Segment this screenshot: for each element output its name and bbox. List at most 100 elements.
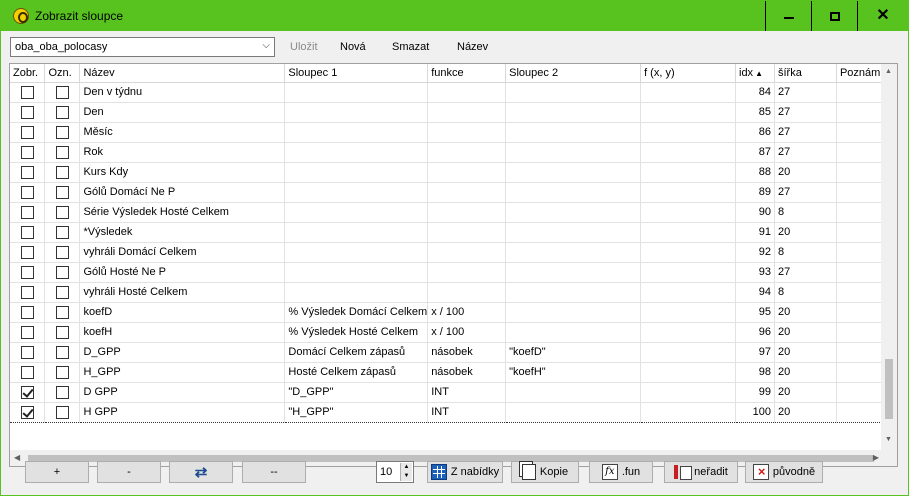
show-checkbox[interactable] (20, 165, 34, 179)
mark-checkbox[interactable] (55, 345, 69, 359)
count-spinner[interactable]: 10 ▲ ▼ (376, 461, 414, 483)
cell-name[interactable]: koefD (79, 302, 286, 323)
cell-function[interactable] (427, 82, 507, 103)
cell-fxy[interactable] (640, 322, 736, 343)
cell-fxy[interactable] (640, 142, 736, 163)
cell-width[interactable]: 8 (774, 202, 837, 223)
cell-function[interactable]: INT (427, 382, 507, 403)
cell-idx[interactable]: 98 (735, 362, 775, 383)
add-button[interactable]: + (25, 461, 89, 483)
cell-column2[interactable] (505, 222, 642, 243)
cell-idx[interactable]: 87 (735, 142, 775, 163)
header-mark[interactable]: Ozn. (44, 64, 81, 83)
table-row[interactable]: Kurs Kdy 88 20 (10, 162, 897, 183)
cell-idx[interactable]: 85 (735, 102, 775, 123)
copy-button[interactable]: Kopie (511, 461, 579, 483)
close-button[interactable]: ✕ (857, 1, 908, 31)
mark-checkbox[interactable] (55, 85, 69, 99)
from-menu-button[interactable]: Z nabídky (427, 461, 503, 483)
cell-fxy[interactable] (640, 302, 736, 323)
table-row[interactable]: Gólů Domácí Ne P 89 27 (10, 182, 897, 203)
cell-fxy[interactable] (640, 182, 736, 203)
cell-column2[interactable] (505, 282, 642, 303)
table-row[interactable]: Gólů Hosté Ne P 93 27 (10, 262, 897, 283)
table-row[interactable]: koefH% Výsledek Hosté Celkem x / 100 96 20 (10, 322, 897, 343)
cell-column1[interactable] (284, 182, 429, 203)
show-checkbox[interactable] (20, 285, 34, 299)
scroll-down-icon[interactable]: ▼ (885, 436, 892, 443)
cell-width[interactable]: 20 (774, 302, 837, 323)
cell-fxy[interactable] (640, 262, 736, 283)
table-row[interactable]: D_GPP Domácí Celkem zápasů násobek "koefD" 9… (10, 342, 897, 363)
cell-column1[interactable] (284, 242, 429, 263)
table-row[interactable]: koefD% Výsledek Domácí Celkem x / 100 95 20 (10, 302, 897, 323)
cell-function[interactable] (427, 222, 507, 243)
cell-width[interactable]: 20 (774, 382, 837, 403)
cell-name[interactable]: Kurs Kdy (79, 162, 286, 183)
cell-idx[interactable]: 90 (735, 202, 775, 223)
cell-fxy[interactable] (640, 282, 736, 303)
cell-idx[interactable]: 94 (735, 282, 775, 303)
cell-column1[interactable] (284, 102, 429, 123)
cell-idx[interactable]: 91 (735, 222, 775, 243)
cell-name[interactable]: D GPP (79, 382, 286, 403)
header-column1[interactable]: Sloupec 1 (284, 64, 429, 83)
cell-column2[interactable] (505, 382, 642, 403)
show-checkbox[interactable] (20, 325, 34, 339)
cell-width[interactable]: 20 (774, 222, 837, 243)
scroll-right-icon[interactable]: ▶ (873, 453, 879, 462)
header-idx[interactable]: idx ▲ (735, 64, 775, 83)
show-checkbox[interactable] (20, 205, 34, 219)
mark-checkbox[interactable] (55, 205, 69, 219)
cell-column1[interactable] (284, 82, 429, 103)
cell-idx[interactable]: 99 (735, 382, 775, 403)
cell-width[interactable]: 20 (774, 162, 837, 183)
show-checkbox[interactable] (20, 405, 34, 419)
cell-width[interactable]: 20 (774, 362, 837, 383)
table-row[interactable]: Den 85 27 (10, 102, 897, 123)
cell-name[interactable]: H GPP (79, 401, 286, 423)
cell-fxy[interactable] (640, 342, 736, 363)
preset-select[interactable]: oba_oba_polocasy ⌵ (10, 37, 275, 57)
cell-function[interactable] (427, 122, 507, 143)
cell-fxy[interactable] (640, 82, 736, 103)
cell-column1[interactable] (284, 282, 429, 303)
spinner-arrows-icon[interactable]: ▲ ▼ (400, 463, 412, 481)
table-row[interactable]: vyhráli Domácí Celkem 92 8 (10, 242, 897, 263)
cell-column2[interactable] (505, 82, 642, 103)
cell-idx[interactable]: 84 (735, 82, 775, 103)
cell-function[interactable]: x / 100 (427, 302, 507, 323)
cell-column2[interactable] (505, 182, 642, 203)
header-show[interactable]: Zobr. (10, 64, 46, 83)
vertical-scroll-thumb[interactable] (885, 359, 893, 419)
table-row[interactable]: H GPP "H_GPP" INT 100 20 (10, 401, 897, 423)
cell-width[interactable]: 20 (774, 322, 837, 343)
table-row[interactable]: Den v týdnu 84 27 (10, 82, 897, 103)
cell-column1[interactable] (284, 222, 429, 243)
header-function[interactable]: funkce (427, 64, 507, 83)
cell-width[interactable]: 27 (774, 182, 837, 203)
new-button[interactable]: Nová (340, 41, 366, 53)
header-fxy[interactable]: f (x, y) (640, 64, 736, 83)
cell-function[interactable] (427, 262, 507, 283)
cell-idx[interactable]: 95 (735, 302, 775, 323)
cell-idx[interactable]: 89 (735, 182, 775, 203)
cell-column1[interactable]: Domácí Celkem zápasů (284, 342, 429, 363)
mark-checkbox[interactable] (55, 125, 69, 139)
cell-name[interactable]: Měsíc (79, 122, 286, 143)
cell-idx[interactable]: 88 (735, 162, 775, 183)
header-column2[interactable]: Sloupec 2 (505, 64, 642, 83)
mark-checkbox[interactable] (55, 405, 69, 419)
mark-checkbox[interactable] (55, 265, 69, 279)
show-checkbox[interactable] (20, 385, 34, 399)
maximize-button[interactable] (811, 1, 857, 31)
header-width[interactable]: šířka (774, 64, 837, 83)
cell-column2[interactable] (505, 122, 642, 143)
cell-function[interactable] (427, 242, 507, 263)
columns-grid[interactable]: Zobr. Ozn. Název Sloupec 1 funkce Sloupe… (9, 63, 898, 467)
show-checkbox[interactable] (20, 145, 34, 159)
mark-checkbox[interactable] (55, 385, 69, 399)
table-row[interactable]: Série Výsledek Hosté Celkem 90 8 (10, 202, 897, 223)
cell-name[interactable]: Série Výsledek Hosté Celkem (79, 202, 286, 223)
mark-checkbox[interactable] (55, 225, 69, 239)
